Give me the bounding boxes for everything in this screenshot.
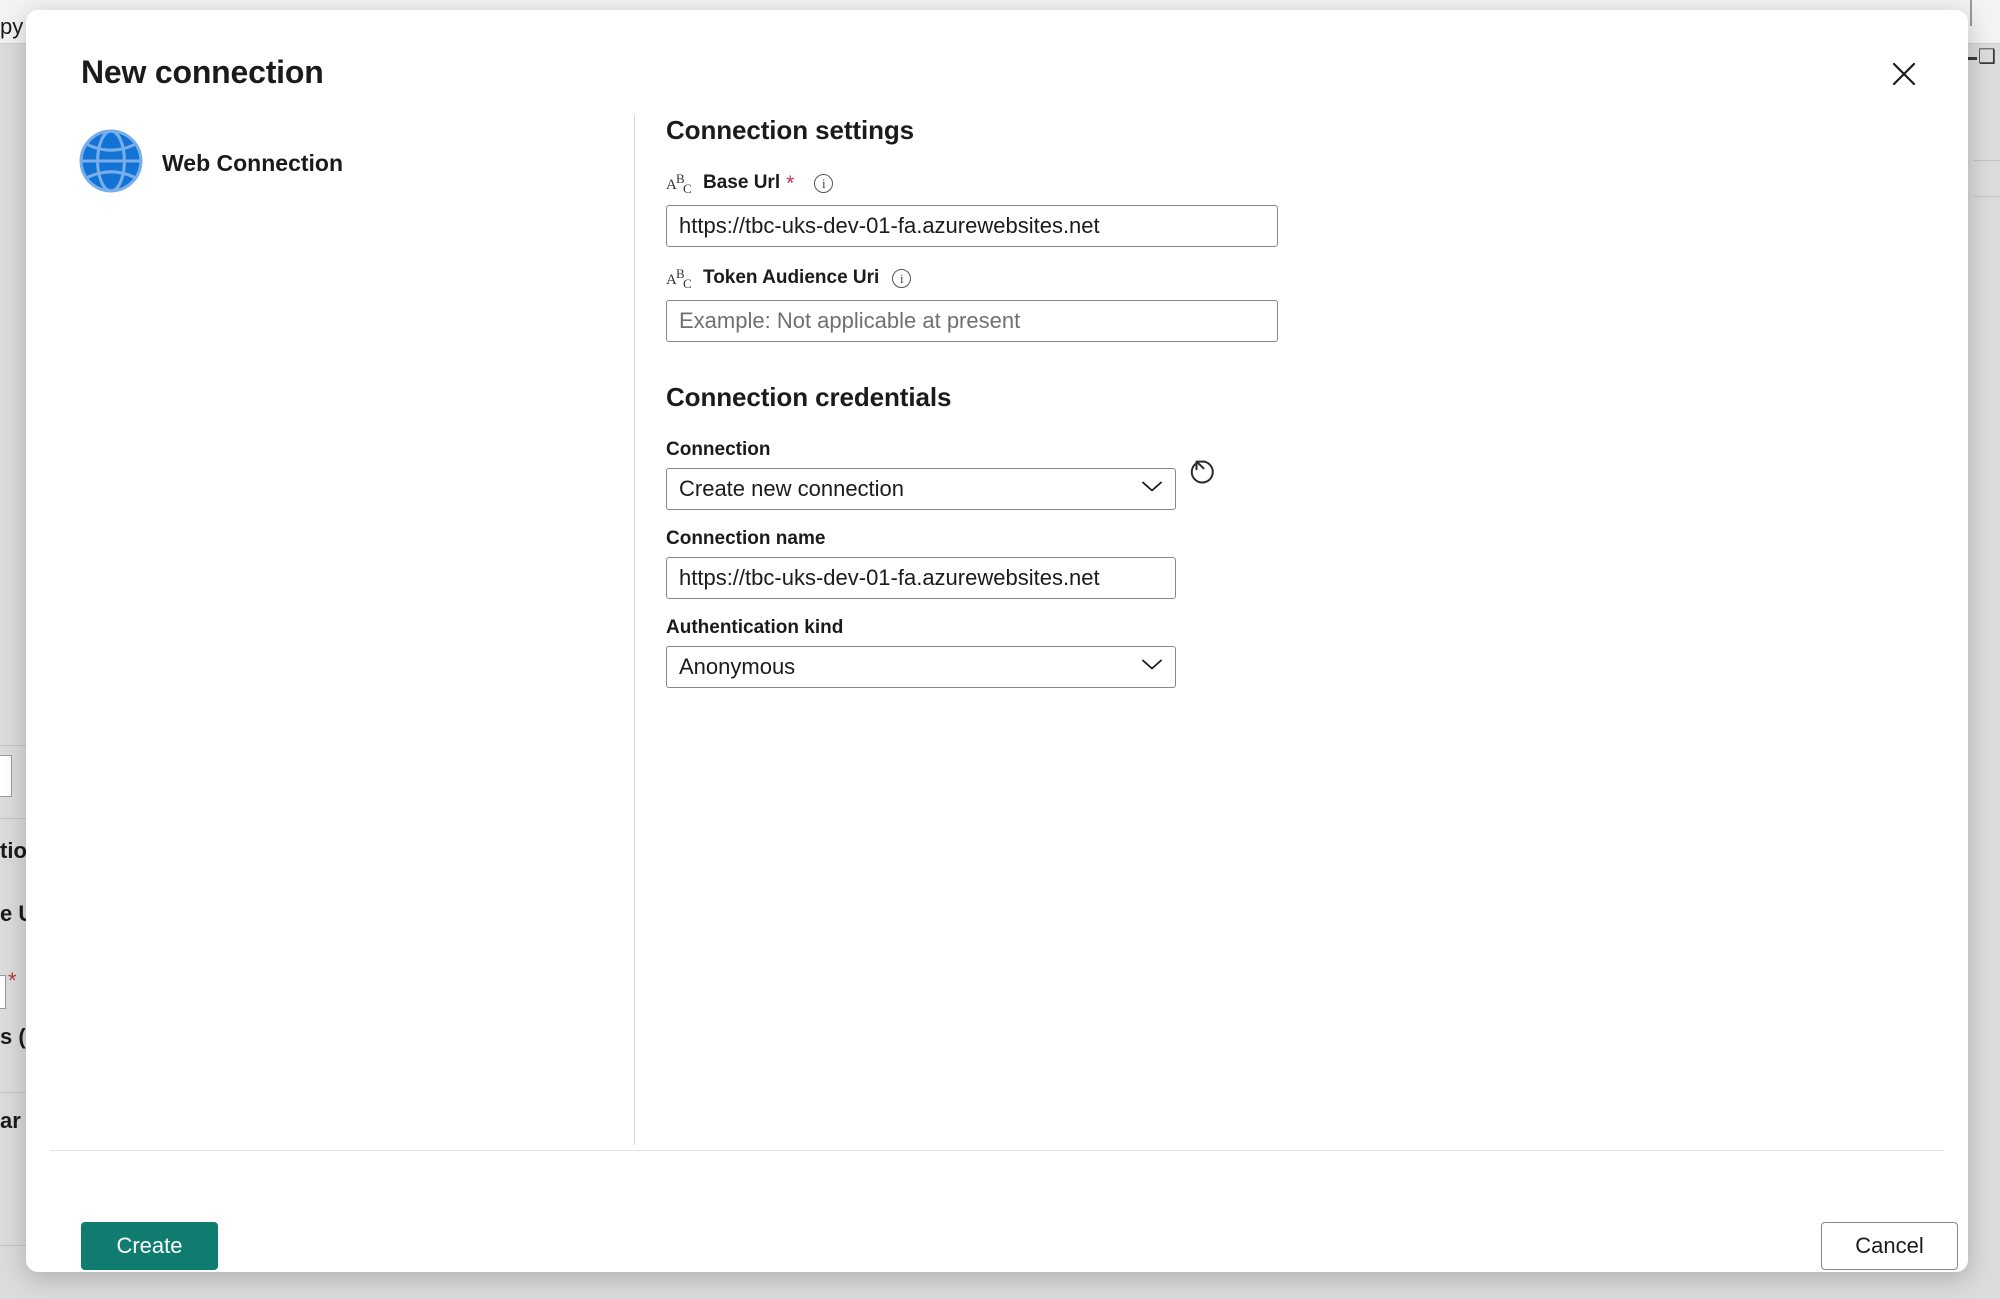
info-icon[interactable]: i	[892, 268, 912, 288]
connection-name-input[interactable]	[666, 557, 1176, 599]
background-text-fragment: tio	[0, 838, 26, 863]
close-button[interactable]	[1880, 50, 1928, 98]
abc-text-type-icon: ABC	[666, 266, 692, 291]
connection-settings-heading: Connection settings	[666, 115, 914, 145]
connection-credentials-heading: Connection credentials	[666, 382, 952, 412]
field-label-connection: Connection	[666, 439, 771, 460]
dialog-title: New connection	[81, 54, 324, 90]
refresh-connections-button[interactable]	[1181, 450, 1225, 494]
field-connection-name: Connection name	[666, 528, 1926, 599]
token-audience-uri-input[interactable]	[666, 300, 1278, 342]
refresh-icon	[1190, 460, 1214, 484]
field-label-authentication-kind: Authentication kind	[666, 617, 844, 638]
connector-panel: Web Connection	[26, 110, 634, 1145]
new-connection-dialog: New connection Web Connection Connection…	[26, 10, 1968, 1272]
info-icon[interactable]: i	[814, 173, 834, 193]
field-label-token-audience-uri: Token Audience Uri	[703, 267, 880, 288]
create-button[interactable]: Create	[81, 1222, 218, 1270]
field-base-url: ABC Base Url * i	[666, 170, 1926, 247]
abc-text-type-icon: ABC	[666, 171, 692, 196]
close-icon	[1892, 62, 1916, 86]
panel-divider	[634, 115, 635, 1145]
background-text-fragment: e U	[0, 901, 26, 926]
background-separator	[1970, 0, 1972, 26]
background-text-fragment: s (	[0, 1024, 26, 1049]
cancel-button[interactable]: Cancel	[1821, 1222, 1958, 1270]
authentication-kind-value: Anonymous	[679, 654, 796, 679]
base-url-input[interactable]	[666, 205, 1278, 247]
background-text-fragment: py	[0, 14, 24, 39]
background-text-fragment: ar	[0, 1108, 21, 1133]
background-input	[0, 755, 12, 797]
background-input	[0, 975, 6, 1009]
background-divider	[1974, 160, 2000, 161]
background-divider	[0, 818, 26, 819]
connection-select-value: Create new connection	[679, 476, 905, 501]
background-divider	[1974, 196, 2000, 197]
connector-item-web-connection[interactable]: Web Connection	[78, 128, 343, 199]
background-divider	[0, 745, 26, 746]
field-connection: Connection Create new connection	[666, 439, 1926, 510]
field-token-audience-uri: ABC Token Audience Uri i	[666, 265, 1926, 342]
connector-name-label: Web Connection	[162, 150, 344, 176]
background-divider	[0, 1092, 26, 1093]
required-marker: *	[786, 171, 795, 195]
connection-form: Connection settings ABC Base Url * i ABC…	[666, 115, 1926, 688]
authentication-kind-select[interactable]: Anonymous	[666, 646, 1176, 688]
field-label-base-url: Base Url	[703, 172, 781, 193]
field-label-connection-name: Connection name	[666, 528, 826, 549]
footer-divider	[50, 1150, 1944, 1151]
field-authentication-kind: Authentication kind Anonymous	[666, 617, 1926, 688]
globe-icon	[78, 128, 144, 199]
background-required-marker: *	[8, 968, 17, 993]
background-chevron-down-icon: ❑	[1978, 46, 1996, 68]
connection-select[interactable]: Create new connection	[666, 468, 1176, 510]
background-divider	[0, 1245, 26, 1246]
